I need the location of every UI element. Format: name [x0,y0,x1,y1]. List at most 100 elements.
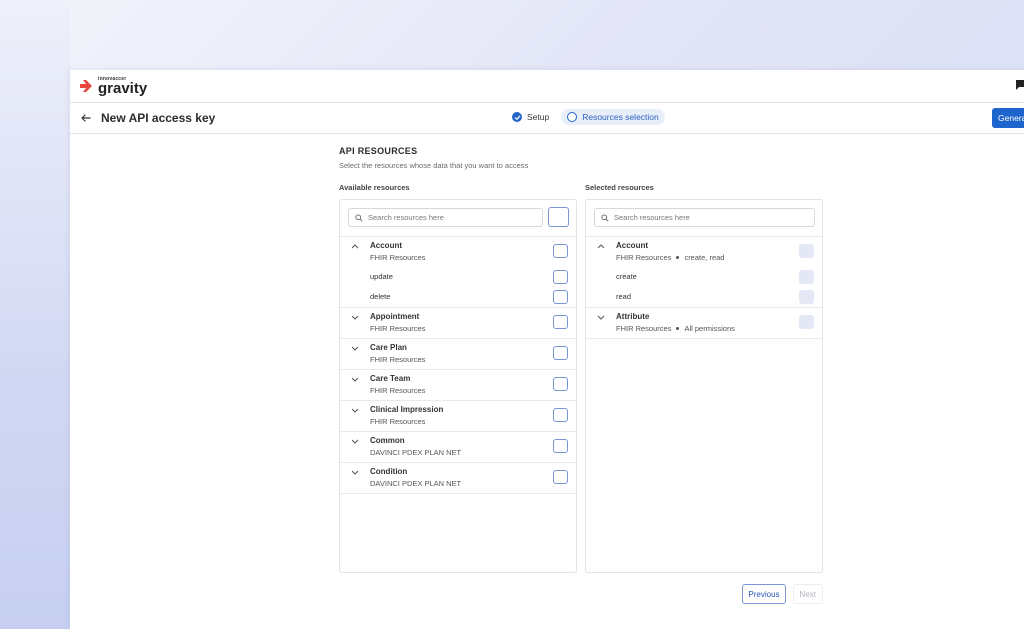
step-resources-selection[interactable]: Resources selection [561,109,665,125]
list-item: read [586,287,822,307]
resource-title: Common [370,436,405,445]
step-label: Setup [527,112,550,122]
selected-group-attribute: Attribute FHIR Resources All permissions [586,308,822,339]
resource-group-account: Account FHIR Resources update delete [340,237,576,308]
list-item: delete [340,287,576,307]
resource-checkbox[interactable] [553,408,568,422]
list-item: create [586,267,822,287]
resource-group-clinical-impression: Clinical Impression FHIR Resources [340,401,576,432]
resource-checkbox[interactable] [553,470,568,484]
list-item: Account FHIR Resources create, read [586,237,822,267]
permission-label: read [616,292,632,301]
search-placeholder: Search resources here [368,213,444,222]
resource-subtitle: FHIR Resources All permissions [616,324,735,333]
selected-resources-panel: Search resources here Account FHIR Resou… [585,199,823,573]
available-resources-label: Available resources [339,183,410,192]
permission-checkbox[interactable] [553,270,568,284]
resource-checkbox[interactable] [799,244,814,258]
resource-title: Attribute [616,312,650,321]
chat-icon[interactable] [1016,80,1024,90]
list-item: update [340,267,576,287]
permission-checkbox[interactable] [799,270,814,284]
api-resources-section: API RESOURCES Select the resources whose… [339,146,823,604]
resource-subtitle: FHIR Resources [370,417,426,426]
resource-group-condition: Condition DAVINCI PDEX PLAN NET [340,463,576,494]
back-arrow-icon[interactable] [80,112,92,124]
chevron-down-icon[interactable] [351,438,359,444]
selected-search-input[interactable]: Search resources here [594,208,815,227]
resource-subtitle: FHIR Resources [370,355,426,364]
resource-checkbox[interactable] [553,377,568,391]
previous-button[interactable]: Previous [742,584,786,604]
bullet-separator [676,256,680,260]
pagination: Previous Next [742,584,823,604]
resource-permissions: create, read [684,253,725,262]
permission-label: create [616,272,637,281]
bullet-separator [676,327,680,331]
search-icon [601,213,609,222]
select-all-checkbox[interactable] [548,207,569,227]
list-item: Clinical Impression FHIR Resources [340,401,576,431]
available-resources-panel: Search resources here Account FHIR Resou… [339,199,577,573]
resource-title: Account [370,241,402,250]
search-row: Search resources here [586,200,822,237]
chevron-up-icon[interactable] [351,243,359,249]
resource-title: Clinical Impression [370,405,444,414]
selected-resources-label: Selected resources [585,183,654,192]
resource-category: FHIR Resources [616,253,672,262]
permission-checkbox[interactable] [553,290,568,304]
page-title: New API access key [101,111,216,125]
next-button[interactable]: Next [792,584,823,604]
stepper: Setup Resources selection [506,109,665,125]
resource-checkbox[interactable] [553,346,568,360]
resource-subtitle: FHIR Resources [370,324,426,333]
list-item: Attribute FHIR Resources All permissions [586,308,822,338]
chevron-down-icon[interactable] [351,407,359,413]
generate-button[interactable]: Genera [992,108,1024,128]
permission-checkbox[interactable] [799,290,814,304]
search-row: Search resources here [340,200,576,237]
top-bar: innovaccer gravity [70,70,1024,103]
resource-permissions: All permissions [684,324,735,333]
resource-subtitle: FHIR Resources [370,386,426,395]
resource-checkbox[interactable] [553,244,568,258]
resource-group-common: Common DAVINCI PDEX PLAN NET [340,432,576,463]
resource-category: FHIR Resources [616,324,672,333]
app-window: innovaccer gravity New API access key Se… [70,70,1024,629]
chevron-down-icon[interactable] [351,314,359,320]
chevron-up-icon[interactable] [597,243,605,249]
resource-checkbox[interactable] [553,439,568,453]
brand-logo[interactable]: innovaccer gravity [78,76,148,97]
list-item: Care Team FHIR Resources [340,370,576,400]
search-icon [355,213,363,222]
search-placeholder: Search resources here [614,213,690,222]
available-search-input[interactable]: Search resources here [348,208,543,227]
resource-group-appointment: Appointment FHIR Resources [340,308,576,339]
list-item: Account FHIR Resources [340,237,576,267]
resource-subtitle: FHIR Resources [370,253,426,262]
permission-label: update [370,272,393,281]
brand-name: gravity [98,79,148,97]
chevron-down-icon[interactable] [597,314,605,320]
resource-subtitle: DAVINCI PDEX PLAN NET [370,448,462,457]
resource-group-care-team: Care Team FHIR Resources [340,370,576,401]
current-step-icon [567,112,578,122]
resource-title: Condition [370,467,408,476]
list-item: Condition DAVINCI PDEX PLAN NET [340,463,576,493]
resource-title: Account [616,241,648,250]
list-item: Common DAVINCI PDEX PLAN NET [340,432,576,462]
resource-title: Care Plan [370,343,407,352]
section-title: API RESOURCES [339,146,418,156]
list-item: Care Plan FHIR Resources [340,339,576,369]
resource-checkbox[interactable] [799,315,814,329]
resource-checkbox[interactable] [553,315,568,329]
step-label: Resources selection [582,112,659,122]
step-setup[interactable]: Setup [506,109,555,125]
chevron-down-icon[interactable] [351,469,359,475]
chevron-down-icon[interactable] [351,345,359,351]
chevron-down-icon[interactable] [351,376,359,382]
brand-arrow-icon [80,80,92,92]
resource-title: Appointment [370,312,420,321]
selected-group-account: Account FHIR Resources create, read creat… [586,237,822,308]
check-icon [512,112,522,122]
